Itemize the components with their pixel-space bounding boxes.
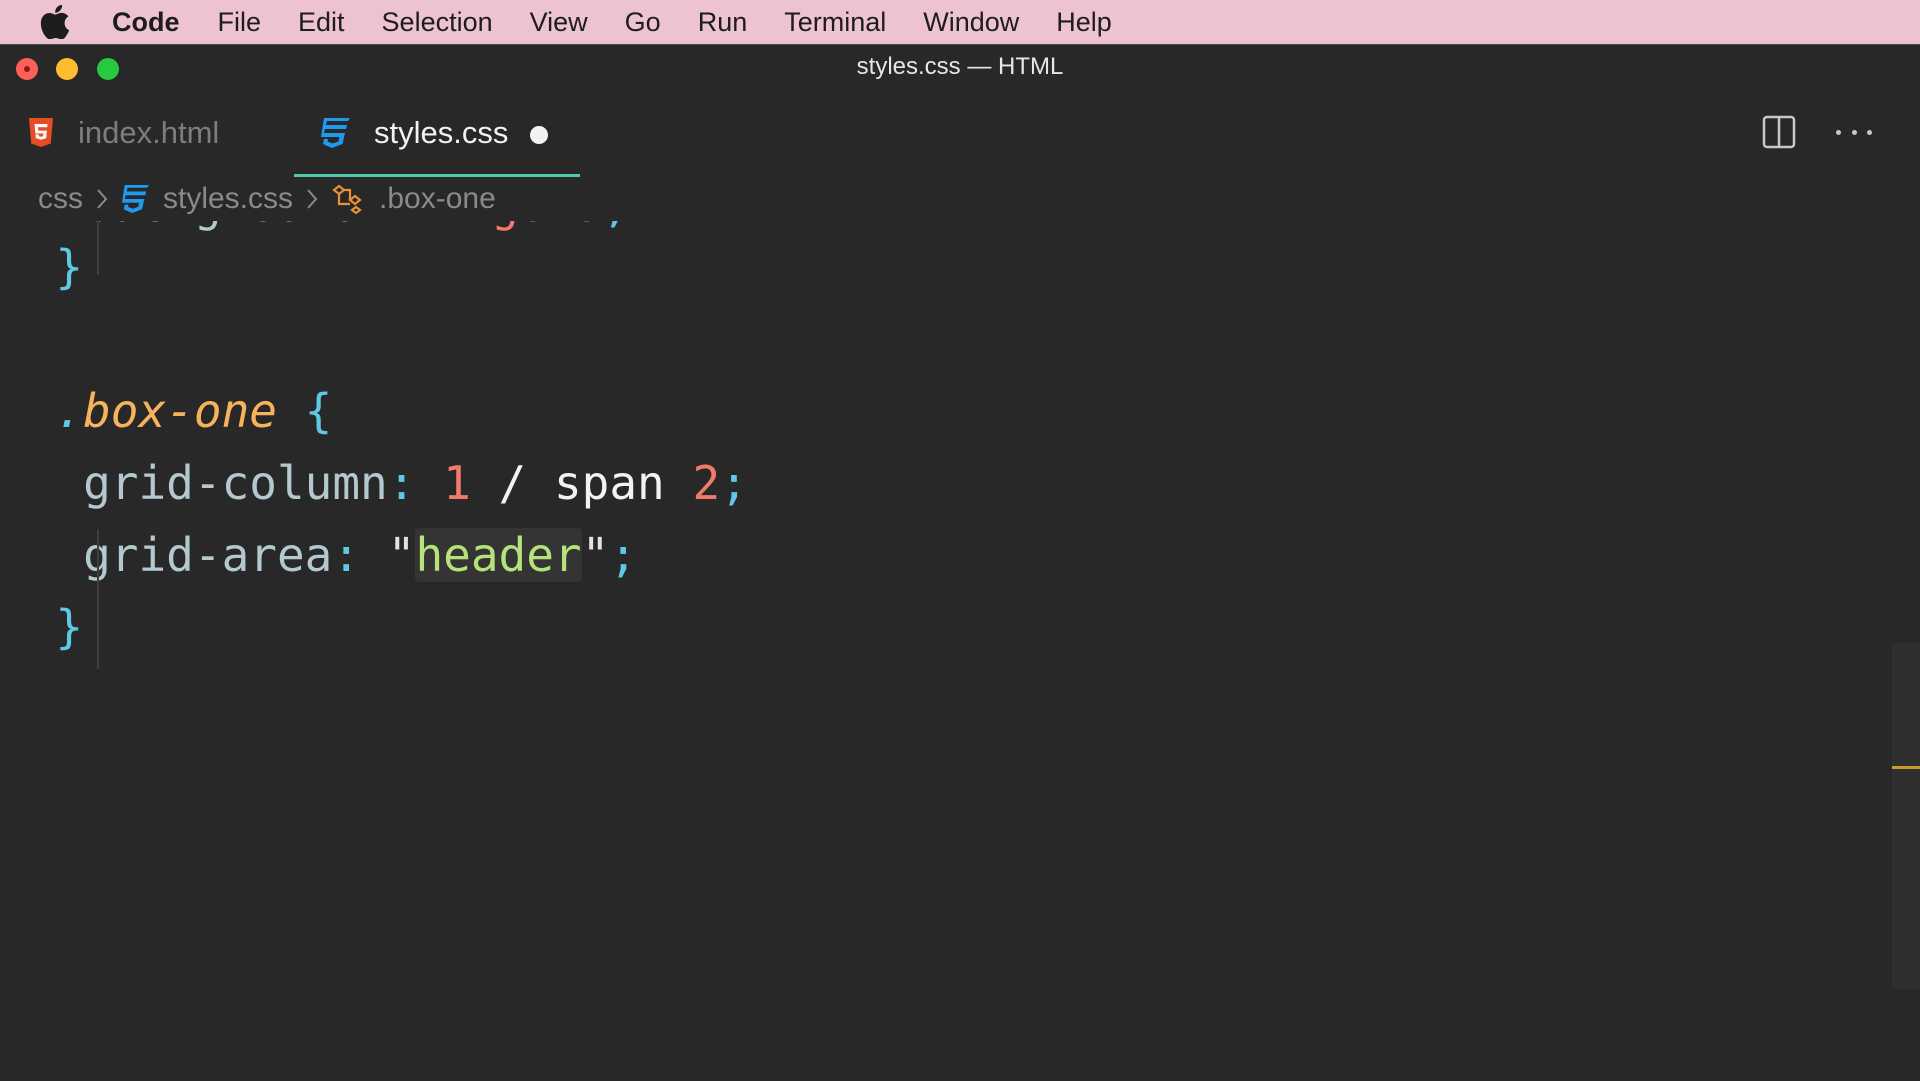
css-operator: / [498, 456, 527, 510]
css-selector: box-one [83, 384, 277, 438]
code-line: .box-one { [55, 384, 333, 438]
indent-guide [97, 221, 99, 275]
css-keyword: span [553, 456, 665, 510]
code-lines: background: gold; } .box-one { grid-colu… [0, 221, 747, 654]
more-actions-icon[interactable] [1836, 115, 1872, 149]
split-editor-icon[interactable] [1762, 115, 1796, 149]
breadcrumb: css styles.css .box-one [38, 177, 496, 221]
code-line: background: gold; [0, 221, 630, 241]
breadcrumb-file[interactable]: styles.css [163, 182, 293, 216]
code-line: } [0, 591, 83, 663]
css-string: header [415, 528, 582, 582]
css-value: gold [491, 221, 602, 232]
menu-file[interactable]: File [218, 7, 262, 38]
chevron-right-icon [305, 187, 319, 211]
css3-icon [320, 117, 350, 149]
menu-window[interactable]: Window [923, 7, 1019, 38]
tab-index-html[interactable]: index.html [28, 89, 288, 177]
closing-brace: } [55, 240, 84, 294]
code-line: grid-column: 1 / span 2; [83, 456, 748, 510]
breadcrumb-folder[interactable]: css [38, 182, 83, 216]
css-property: grid-column [83, 456, 388, 510]
editor-window: styles.css — HTML index.html styles.css [0, 44, 1920, 1081]
menu-selection[interactable]: Selection [382, 7, 493, 38]
symbol-class-icon [331, 184, 365, 214]
apple-icon[interactable] [40, 5, 74, 39]
css-number: 1 [443, 456, 471, 510]
tab-bar: index.html styles.css [0, 89, 1920, 177]
css3-icon [121, 184, 149, 214]
css-property: background [83, 221, 360, 232]
menu-terminal[interactable]: Terminal [784, 7, 886, 38]
tab-label: styles.css [374, 115, 509, 150]
css-property: grid-area [83, 528, 333, 582]
menu-go[interactable]: Go [625, 7, 661, 38]
scrollbar-marker [1892, 766, 1920, 769]
menu-help[interactable]: Help [1056, 7, 1112, 38]
menu-run[interactable]: Run [698, 7, 748, 38]
chevron-right-icon [95, 187, 109, 211]
code-editor[interactable]: background: gold; } .box-one { grid-colu… [0, 221, 1890, 1081]
title-bar: styles.css — HTML [0, 45, 1920, 89]
vertical-scrollbar[interactable] [1892, 643, 1920, 989]
indent-guide [97, 529, 99, 669]
html5-icon [28, 118, 54, 148]
breadcrumb-symbol[interactable]: .box-one [379, 182, 496, 216]
closing-brace: } [55, 600, 84, 654]
tab-styles-css[interactable]: styles.css [294, 89, 580, 177]
css-number: 2 [692, 456, 721, 510]
menu-view[interactable]: View [530, 7, 588, 38]
code-line: grid-area: "header"; [83, 528, 638, 582]
code-line: } [0, 231, 83, 303]
tab-label: index.html [78, 115, 220, 150]
window-title: styles.css — HTML [856, 53, 1064, 80]
menu-edit[interactable]: Edit [298, 7, 345, 38]
unsaved-dot-icon[interactable] [530, 126, 548, 144]
menu-bar: Code File Edit Selection View Go Run Ter… [0, 0, 1920, 44]
menu-app-code[interactable]: Code [112, 7, 180, 38]
